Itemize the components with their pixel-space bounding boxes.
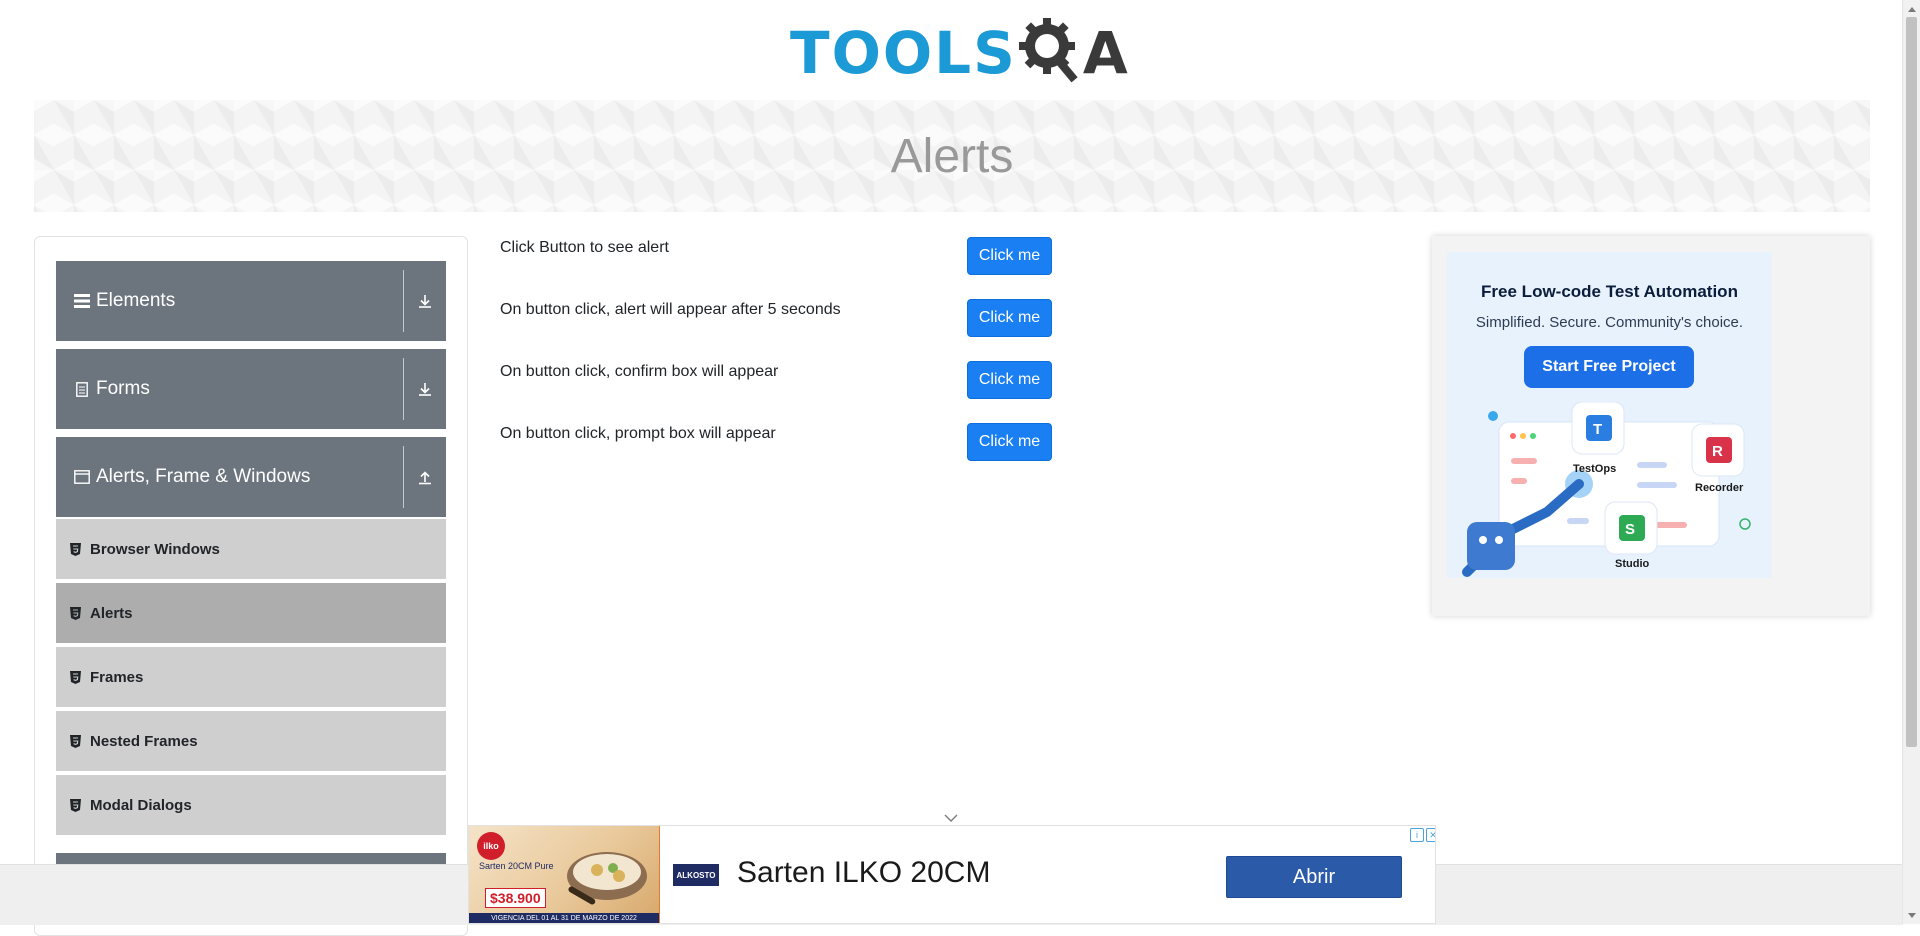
prompt-row-text: On button click, prompt box will appear: [500, 425, 776, 442]
sidebar-item-label: Browser Windows: [90, 540, 220, 558]
sidebar-group-label: Alerts, Frame & Windows: [96, 466, 311, 487]
confirm-row-text: On button click, confirm box will appear: [500, 363, 779, 380]
page-banner: Alerts: [34, 100, 1870, 212]
sidebar-item-label: Nested Frames: [90, 732, 198, 750]
html5-icon: [70, 734, 84, 748]
sidebar-item-browser-windows[interactable]: Browser Windows: [56, 519, 446, 581]
ad-product-label: Recorder: [1695, 482, 1744, 494]
sidebar-group-forms[interactable]: Forms: [56, 349, 446, 429]
form-icon: [72, 381, 92, 397]
katalon-ad[interactable]: Free Low-code Test Automation Simplified…: [1447, 252, 1772, 578]
gear-magnifier-icon: [1018, 16, 1081, 91]
sidebar-item-modal-dialogs[interactable]: Modal Dialogs: [56, 775, 446, 837]
timer-alert-row: On button click, alert will appear after…: [500, 299, 1060, 339]
html5-icon: [70, 670, 84, 684]
ad-choices[interactable]: i ✕: [1410, 828, 1435, 842]
prompt-button[interactable]: Click me: [967, 423, 1052, 461]
hamburger-icon: [72, 294, 92, 308]
alert-row: Click Button to see alert Click me: [500, 237, 1060, 277]
ad-title: Free Low-code Test Automation: [1481, 282, 1738, 301]
svg-text:T: T: [1593, 421, 1602, 438]
timer-alert-button[interactable]: Click me: [967, 299, 1052, 337]
ad-headline: Sarten ILKO 20CM: [737, 856, 991, 889]
expand-icon[interactable]: [404, 261, 446, 341]
ad-subtitle: Simplified. Secure. Community's choice.: [1475, 314, 1744, 331]
sidebar-item-alerts[interactable]: Alerts: [56, 583, 446, 645]
ad-open-button[interactable]: Abrir: [1226, 856, 1402, 898]
scroll-up-icon[interactable]: [1903, 0, 1920, 17]
logo-text: TOOLS: [790, 19, 1017, 87]
sidebar-group-elements[interactable]: Elements: [56, 261, 446, 341]
sidebar-group-label: Forms: [96, 378, 150, 399]
sidebar-item-label: Alerts: [90, 604, 133, 622]
sidebar: Elements Forms Alerts, Frame & Windows B…: [34, 236, 468, 936]
alert-row-text: Click Button to see alert: [500, 239, 669, 256]
html5-icon: [70, 606, 84, 620]
logo-text-a: A: [1082, 19, 1128, 87]
svg-text:S: S: [1625, 521, 1635, 538]
ad-product-image: ilko Sarten 20CM Pure $38.900 VIGENCIA D…: [469, 826, 660, 923]
alert-button[interactable]: Click me: [967, 237, 1052, 275]
page-title: Alerts: [890, 129, 1014, 183]
window-icon: [72, 470, 92, 484]
scroll-thumb[interactable]: [1906, 17, 1917, 747]
expand-icon[interactable]: [404, 349, 446, 429]
ad-product-label: Studio: [1615, 558, 1650, 570]
confirm-button[interactable]: Click me: [967, 361, 1052, 399]
svg-text:R: R: [1712, 443, 1723, 460]
brand-logo: ilko: [477, 832, 505, 860]
info-icon[interactable]: i: [1410, 828, 1424, 842]
sidebar-group-label: Elements: [96, 290, 176, 311]
right-ad-container: Free Low-code Test Automation Simplified…: [1432, 236, 1870, 616]
timer-alert-row-text: On button click, alert will appear after…: [500, 301, 841, 318]
sidebar-item-frames[interactable]: Frames: [56, 647, 446, 709]
scrollbar[interactable]: [1902, 0, 1920, 924]
ad-price: $38.900: [485, 888, 546, 908]
sidebar-group-alerts-frame-windows[interactable]: Alerts, Frame & Windows: [56, 437, 446, 517]
sidebar-item-label: Modal Dialogs: [90, 796, 192, 814]
confirm-row: On button click, confirm box will appear…: [500, 361, 1060, 401]
sidebar-item-nested-frames[interactable]: Nested Frames: [56, 711, 446, 773]
scroll-down-icon[interactable]: [1903, 907, 1920, 924]
ad-product-label: TestOps: [1573, 463, 1617, 475]
start-free-project-button[interactable]: Start Free Project: [1524, 346, 1694, 388]
html5-icon: [70, 798, 84, 812]
ad-validity: VIGENCIA DEL 01 AL 31 DE MARZO DE 2022: [469, 913, 659, 923]
close-icon[interactable]: ✕: [1426, 828, 1435, 842]
html5-icon: [70, 542, 84, 556]
ad-product-title: Sarten 20CM Pure: [479, 861, 554, 871]
pan-image: [567, 852, 647, 905]
toolsqa-logo[interactable]: TOOLS A: [790, 14, 1128, 92]
store-logo: ALKOSTO: [673, 864, 719, 886]
collapse-icon[interactable]: [404, 437, 446, 517]
prompt-row: On button click, prompt box will appear …: [500, 423, 1060, 463]
bottom-ad[interactable]: ilko Sarten 20CM Pure $38.900 VIGENCIA D…: [468, 825, 1436, 924]
sidebar-item-label: Frames: [90, 668, 144, 686]
